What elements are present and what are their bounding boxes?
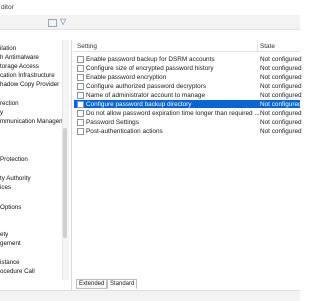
setting-name: Enable password encryption [86, 74, 167, 81]
policy-setting-icon [77, 101, 84, 108]
tree-item[interactable]: Protection [0, 156, 28, 163]
tree-item[interactable]: rection [0, 100, 19, 107]
tree-item[interactable]: h Antimalware [0, 54, 39, 61]
setting-row-selected[interactable]: Configure password backup directory Not … [74, 100, 302, 108]
tree-item[interactable]: ocedure Call [0, 268, 35, 275]
settings-list: Setting State Enable password backup for… [74, 40, 302, 278]
setting-state: Not configured [260, 65, 302, 72]
pane-splitter[interactable] [71, 40, 72, 290]
status-bar [0, 290, 300, 301]
filter-icon[interactable]: ▽ [60, 18, 69, 26]
tree-pane: ilation h Antimalware torage Access cati… [0, 39, 68, 291]
tree-scrollbar-thumb[interactable] [63, 128, 67, 238]
setting-name: Configure authorized password decryptors [86, 83, 207, 90]
policy-setting-icon [77, 119, 84, 126]
column-header-state[interactable]: State [260, 43, 275, 50]
setting-name: Configure password backup directory [86, 101, 192, 108]
setting-row[interactable]: Configure size of encrypted password his… [74, 64, 302, 72]
setting-name: Password Settings [86, 119, 139, 126]
setting-row[interactable]: Name of administrator account to manage … [74, 91, 302, 99]
setting-state: Not configured [260, 110, 302, 117]
tree-item[interactable]: ety [0, 231, 8, 238]
tree-item[interactable]: gement [0, 240, 21, 247]
setting-row[interactable]: Post-authentication actions Not configur… [74, 127, 302, 135]
setting-state: Not configured [260, 83, 302, 90]
tree-item[interactable]: mmunication Managen [0, 118, 63, 125]
tab-extended[interactable]: Extended [76, 279, 108, 289]
setting-state: Not configured [260, 128, 302, 135]
setting-name: Name of administrator account to manage [86, 92, 205, 99]
tree-item[interactable]: y [0, 109, 3, 116]
tab-standard[interactable]: Standard [107, 279, 138, 289]
setting-state: Not configured [260, 119, 302, 126]
policy-setting-icon [77, 83, 84, 90]
policy-setting-icon [77, 110, 84, 117]
tree-item[interactable]: istance [0, 259, 20, 266]
policy-setting-icon [77, 92, 84, 99]
tree-item[interactable]: ilation [0, 45, 16, 52]
setting-state: Not configured [260, 92, 302, 99]
setting-row[interactable]: Do not allow password expiration time lo… [74, 109, 302, 117]
setting-row[interactable]: Password Settings Not configured [74, 118, 302, 126]
setting-row[interactable]: Enable password encryption Not configure… [74, 73, 302, 81]
setting-row[interactable]: Enable password backup for DSRM accounts… [74, 55, 302, 63]
setting-name: Post-authentication actions [86, 128, 163, 135]
view-tabs: Extended Standard [74, 278, 300, 289]
list-header: Setting State [74, 40, 300, 52]
setting-state: Not configured [260, 74, 302, 81]
setting-name: Enable password backup for DSRM accounts [86, 56, 215, 63]
tree-item[interactable]: cation Infrastructure [0, 72, 55, 79]
setting-name: Do not allow password expiration time lo… [86, 110, 260, 117]
tree-item[interactable]: ty Authority [0, 175, 31, 182]
window-pane-icon[interactable] [48, 19, 57, 27]
policy-setting-icon [77, 56, 84, 63]
title-bar: ditor [0, 0, 300, 15]
setting-name: Configure size of encrypted password his… [86, 65, 214, 72]
setting-row[interactable]: Configure authorized password decryptors… [74, 82, 302, 90]
tree-item[interactable]: Options [0, 204, 21, 211]
column-divider[interactable] [257, 40, 258, 51]
tree-item[interactable]: hadow Copy Provider [0, 81, 59, 88]
toolbar: ▽ [0, 15, 300, 30]
setting-state: Not configured [260, 56, 302, 63]
tree-item[interactable]: torage Access [0, 63, 39, 70]
tree-item[interactable]: ices [0, 184, 11, 191]
window-title: ditor [1, 4, 14, 11]
column-header-setting[interactable]: Setting [77, 43, 97, 50]
setting-state: Not configured [260, 101, 302, 108]
policy-setting-icon [77, 128, 84, 135]
policy-setting-icon [77, 74, 84, 81]
policy-setting-icon [77, 65, 84, 72]
